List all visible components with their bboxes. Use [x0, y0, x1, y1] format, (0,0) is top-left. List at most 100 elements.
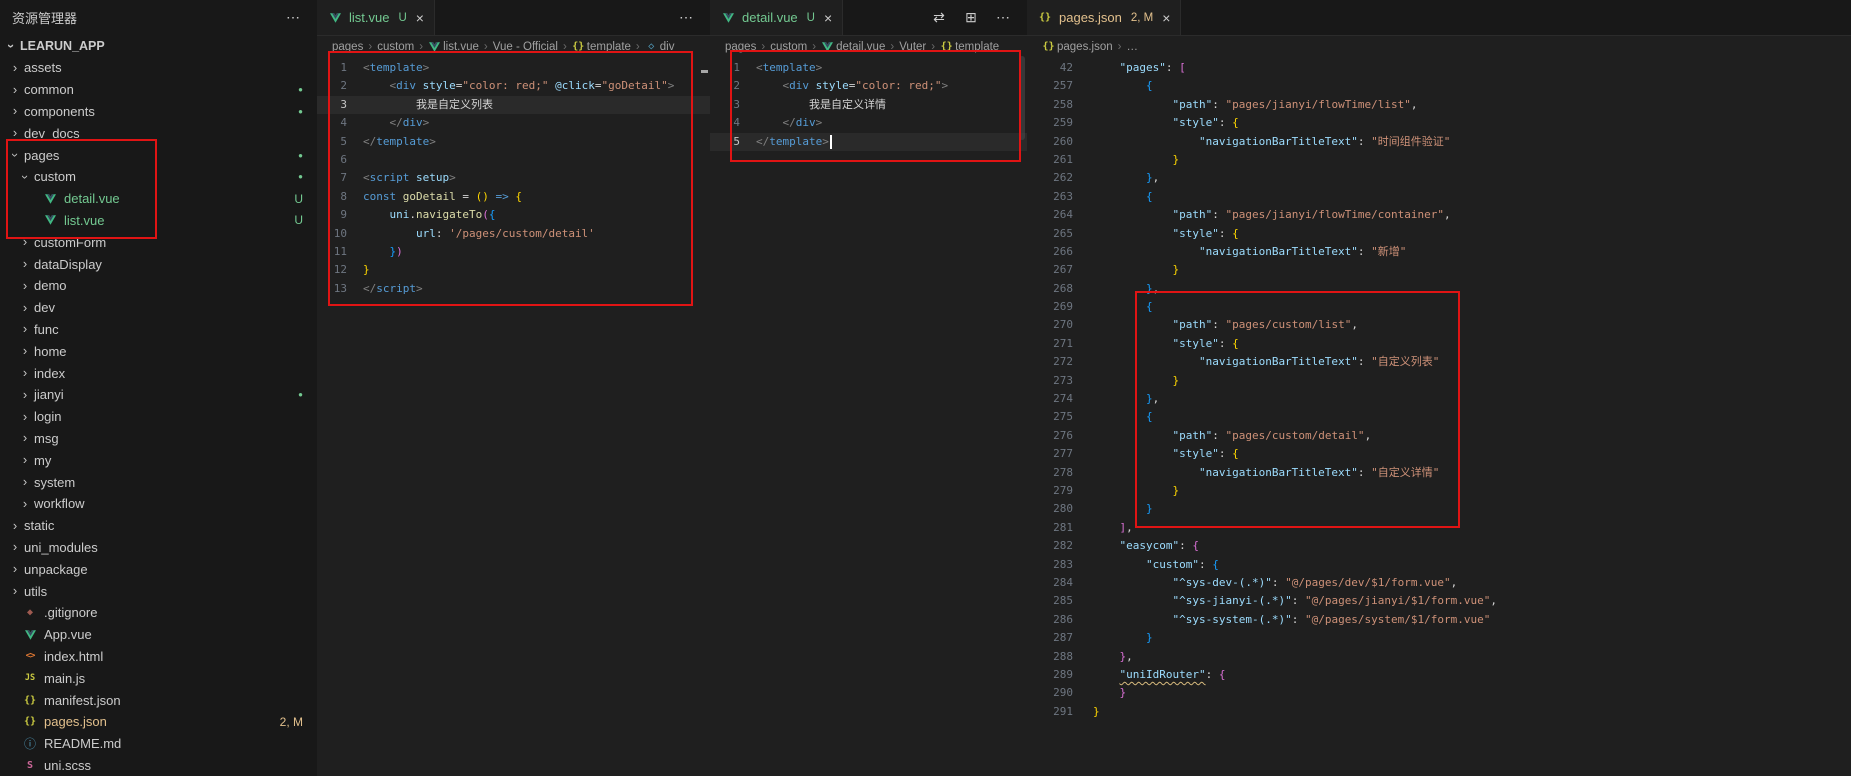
tree-item-dev[interactable]: ›dev	[0, 297, 317, 319]
tree-item-workflow[interactable]: ›workflow	[0, 493, 317, 515]
code-line: 4 </div>	[317, 114, 710, 132]
split-icon[interactable]: ⊞	[963, 11, 979, 25]
line-number: 42	[1027, 59, 1073, 77]
code-line: 5</template>	[710, 133, 1027, 151]
tab-bar: {}pages.json2, M×	[1027, 0, 1851, 36]
breadcrumb-item[interactable]: custom	[770, 41, 807, 53]
close-icon[interactable]: ×	[1162, 10, 1170, 26]
code-editor[interactable]: 1<template>2 <div style="color: red;" @c…	[317, 57, 710, 298]
chevron-right-icon: ›	[8, 519, 22, 533]
line-number: 275	[1027, 408, 1073, 426]
tree-item-label: jianyi	[34, 387, 64, 402]
breadcrumb-separator: ›	[931, 41, 935, 53]
more-actions-icon[interactable]: ⋯	[285, 11, 301, 25]
tree-item-components[interactable]: ›components●	[0, 101, 317, 123]
tree-item-pages[interactable]: ›pages●	[0, 144, 317, 166]
line-number: 282	[1027, 537, 1073, 555]
tree-item-demo[interactable]: ›demo	[0, 275, 317, 297]
breadcrumb-item[interactable]: pages	[725, 41, 756, 53]
tree-item-main.js[interactable]: JSmain.js	[0, 667, 317, 689]
tree-item-unpackage[interactable]: ›unpackage	[0, 558, 317, 580]
code-line: 1<template>	[710, 59, 1027, 77]
tree-item-dataDisplay[interactable]: ›dataDisplay	[0, 253, 317, 275]
tree-item-dev_docs[interactable]: ›dev_docs	[0, 122, 317, 144]
line-number: 278	[1027, 464, 1073, 482]
tree-item-my[interactable]: ›my	[0, 449, 317, 471]
tree-item-assets[interactable]: ›assets	[0, 57, 317, 79]
more-icon[interactable]: ⋯	[678, 11, 694, 25]
breadcrumb-item[interactable]: Vue - Official	[493, 41, 558, 53]
tree-item-jianyi[interactable]: ›jianyi●	[0, 384, 317, 406]
code-line: 3 我是自定义详情	[710, 96, 1027, 114]
tree-item-utils[interactable]: ›utils	[0, 580, 317, 602]
tree-item-uni_modules[interactable]: ›uni_modules	[0, 537, 317, 559]
tree-item-login[interactable]: ›login	[0, 406, 317, 428]
more-icon[interactable]: ⋯	[995, 11, 1011, 25]
tree-item-index[interactable]: ›index	[0, 362, 317, 384]
tree-item-home[interactable]: ›home	[0, 340, 317, 362]
tree-root-learun-app[interactable]: › LEARUN_APP	[0, 35, 317, 57]
breadcrumb-item[interactable]: …	[1126, 41, 1138, 53]
breadcrumb-item[interactable]: pages	[332, 41, 363, 53]
compare-icon[interactable]: ⇄	[931, 11, 947, 25]
code-line: 289 "uniIdRouter": {	[1027, 666, 1851, 684]
chevron-right-icon: ›	[18, 235, 32, 249]
explorer-header: 资源管理器 ⋯	[0, 0, 317, 35]
code-line: 2 <div style="color: red;">	[710, 77, 1027, 95]
tree-item-customForm[interactable]: ›customForm	[0, 231, 317, 253]
tree-item-uni.scss[interactable]: Suni.scss	[0, 755, 317, 776]
code-line: 287 }	[1027, 629, 1851, 647]
breadcrumb-item[interactable]: ◇div	[645, 40, 675, 54]
git-icon: ◆	[22, 606, 38, 620]
tree-item-manifest.json[interactable]: {}manifest.json	[0, 689, 317, 711]
modified-dot: ●	[298, 172, 303, 181]
breadcrumb-item[interactable]: {}pages.json	[1042, 40, 1113, 54]
code-line: 262 },	[1027, 169, 1851, 187]
breadcrumb-item[interactable]: custom	[377, 41, 414, 53]
tree-item-label: uni.scss	[44, 758, 91, 773]
tree-item-label: demo	[34, 278, 67, 293]
tree-item-pages.json[interactable]: {}pages.json2, M	[0, 711, 317, 733]
tree-item-static[interactable]: ›static	[0, 515, 317, 537]
line-number: 269	[1027, 298, 1073, 316]
tree-item-.gitignore[interactable]: ◆.gitignore	[0, 602, 317, 624]
close-icon[interactable]: ×	[416, 10, 424, 26]
breadcrumb-item[interactable]: {}template	[572, 40, 631, 54]
tree-item-msg[interactable]: ›msg	[0, 428, 317, 450]
breadcrumb: pages›custom›detail.vue›Vuter›{}template	[710, 36, 1027, 57]
line-number: 8	[317, 188, 347, 206]
tree-item-detail.vue[interactable]: detail.vueU	[0, 188, 317, 210]
line-number: 291	[1027, 703, 1073, 721]
scrollbar-thumb[interactable]	[1019, 56, 1025, 140]
breadcrumb-separator: ›	[368, 41, 372, 53]
explorer-sidebar: 资源管理器 ⋯ › LEARUN_APP ›assets›common●›com…	[0, 0, 318, 776]
tree-item-custom[interactable]: ›custom●	[0, 166, 317, 188]
tree-item-list.vue[interactable]: list.vueU	[0, 210, 317, 232]
code-line: 263 {	[1027, 188, 1851, 206]
tree-item-func[interactable]: ›func	[0, 319, 317, 341]
tab-detail.vue[interactable]: detail.vueU×	[710, 0, 843, 35]
tree-item-system[interactable]: ›system	[0, 471, 317, 493]
code-editor[interactable]: 1<template>2 <div style="color: red;">3 …	[710, 57, 1027, 151]
code-line: 260 "navigationBarTitleText": "时间组件验证"	[1027, 133, 1851, 151]
breadcrumb-item[interactable]: {}template	[940, 40, 999, 54]
tab-pages.json[interactable]: {}pages.json2, M×	[1027, 0, 1181, 35]
code-line: 274 },	[1027, 390, 1851, 408]
tree-item-label: list.vue	[64, 213, 104, 228]
md-icon: ⓘ	[22, 737, 38, 751]
chevron-right-icon: ›	[8, 104, 22, 118]
code-editor[interactable]: 42 "pages": [257 {258 "path": "pages/jia…	[1027, 57, 1851, 721]
tab-bar: detail.vueU× ⇄ ⊞ ⋯	[710, 0, 1027, 36]
tree-item-App.vue[interactable]: App.vue	[0, 624, 317, 646]
breadcrumb-item[interactable]: list.vue	[428, 40, 479, 54]
tree-item-label: uni_modules	[24, 540, 98, 555]
tab-list.vue[interactable]: list.vueU×	[317, 0, 435, 35]
code-line: 275 {	[1027, 408, 1851, 426]
tree-item-README.md[interactable]: ⓘREADME.md	[0, 733, 317, 755]
code-line: 2 <div style="color: red;" @click="goDet…	[317, 77, 710, 95]
tree-item-common[interactable]: ›common●	[0, 79, 317, 101]
close-icon[interactable]: ×	[824, 10, 832, 26]
breadcrumb-item[interactable]: Vuter	[899, 41, 926, 53]
breadcrumb-item[interactable]: detail.vue	[821, 40, 885, 54]
tree-item-index.html[interactable]: <>index.html	[0, 646, 317, 668]
